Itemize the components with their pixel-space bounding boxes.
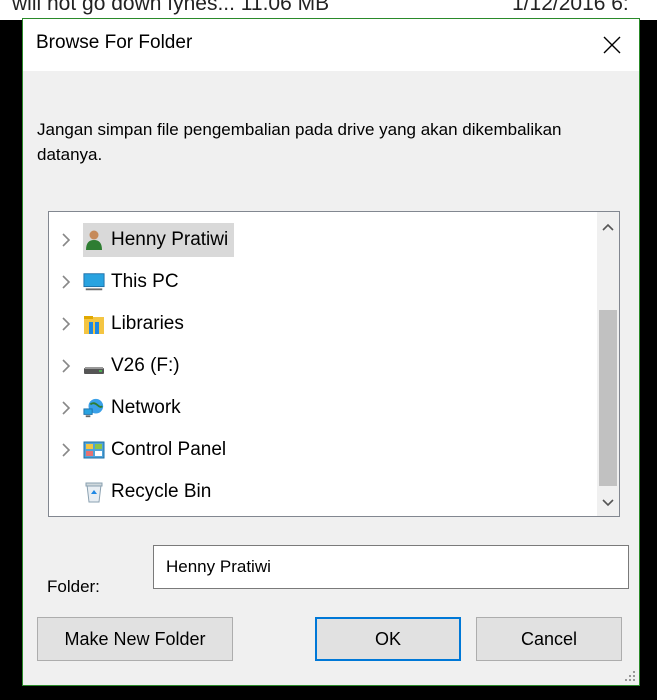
computer-icon — [83, 271, 105, 293]
background-file-date: 1/12/2016 6: — [512, 0, 629, 15]
expand-chevron-icon[interactable] — [49, 317, 83, 331]
chevron-down-icon — [602, 499, 614, 507]
chevron-up-icon — [602, 223, 614, 231]
tree-item-libraries[interactable]: Libraries — [49, 306, 190, 342]
tree-item-network[interactable]: Network — [49, 390, 187, 426]
vertical-scrollbar[interactable] — [597, 212, 619, 516]
drive-icon — [83, 355, 105, 377]
expand-chevron-icon[interactable] — [49, 275, 83, 289]
folder-tree[interactable]: Henny Pratiwi This PC Libraries V26 (F:)… — [48, 211, 620, 517]
scroll-down-button[interactable] — [597, 492, 619, 514]
scroll-thumb[interactable] — [599, 310, 617, 486]
background-file-name: will not go down fynes... 11.06 MB — [12, 0, 330, 15]
close-icon — [603, 36, 621, 54]
expand-chevron-icon[interactable] — [49, 401, 83, 415]
tree-item-label: Network — [111, 397, 181, 418]
expand-chevron-icon[interactable] — [49, 359, 83, 373]
scroll-up-button[interactable] — [597, 216, 619, 238]
libraries-icon — [83, 313, 105, 335]
tree-item-drive-f[interactable]: V26 (F:) — [49, 348, 186, 384]
tree-item-recycle-bin[interactable]: Recycle Bin — [49, 474, 217, 510]
expand-chevron-icon[interactable] — [49, 443, 83, 457]
tree-item-label: Control Panel — [111, 439, 227, 460]
make-new-folder-button[interactable]: Make New Folder — [37, 617, 233, 661]
tree-item-label: Henny Pratiwi — [111, 229, 229, 250]
tree-item-user[interactable]: Henny Pratiwi — [49, 222, 235, 258]
instruction-text: Jangan simpan file pengembalian pada dri… — [37, 120, 562, 164]
recycle-bin-icon — [83, 481, 105, 503]
close-button[interactable] — [585, 19, 639, 71]
cancel-button[interactable]: Cancel — [476, 617, 622, 661]
title-bar: Browse For Folder — [23, 19, 639, 71]
folder-label: Folder: — [47, 577, 100, 596]
tree-item-control-panel[interactable]: Control Panel — [49, 432, 232, 468]
resize-grip-icon[interactable] — [624, 670, 636, 682]
control-panel-icon — [83, 439, 105, 461]
browse-for-folder-dialog: Browse For Folder Jangan simpan file pen… — [22, 18, 640, 686]
folder-input[interactable] — [153, 545, 629, 589]
tree-item-label: Recycle Bin — [111, 481, 212, 502]
network-icon — [83, 397, 105, 419]
ok-button[interactable]: OK — [315, 617, 461, 661]
tree-item-label: Libraries — [111, 313, 184, 334]
dialog-title: Browse For Folder — [36, 32, 193, 53]
background-file-row: will not go down fynes... 11.06 MB 1/12/… — [0, 0, 657, 20]
user-icon — [83, 229, 105, 251]
expand-chevron-icon[interactable] — [49, 233, 83, 247]
tree-item-this-pc[interactable]: This PC — [49, 264, 185, 300]
tree-item-label: V26 (F:) — [111, 355, 180, 376]
tree-item-label: This PC — [111, 271, 179, 292]
